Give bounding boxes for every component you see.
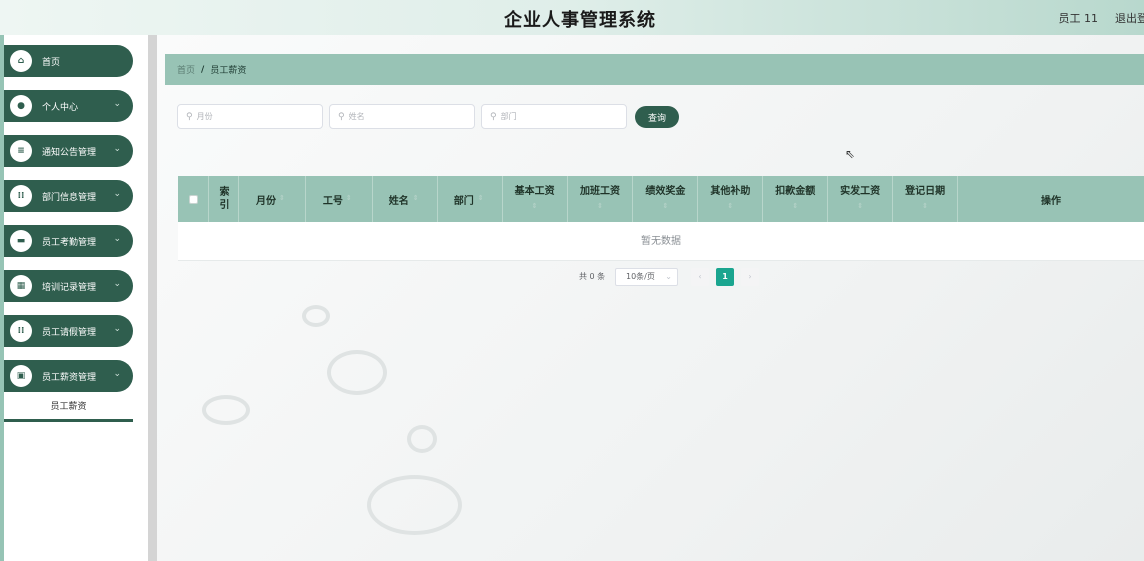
decorative-drop — [202, 395, 250, 425]
table-header: 索引 月份 ⇕ 工号 ⇕ 姓名 ⇕ 部门 ⇕ 基本工资 ⇕ 加班工资 ⇕ 绩效奖… — [178, 176, 1144, 222]
chevron-down-icon: ⌄ — [113, 324, 121, 334]
user-icon: ● — [10, 95, 32, 117]
month-placeholder: 月份 — [196, 112, 213, 121]
sidebar-item-label: 通知公告管理 — [42, 147, 97, 158]
search-icon: ⚲ — [186, 111, 193, 122]
column-header-actions: 操作 — [1041, 196, 1061, 207]
sort-icon: ⇕ — [597, 202, 603, 210]
chevron-down-icon: ⌄ — [113, 189, 121, 199]
column-header-month[interactable]: 月份 ⇕ — [239, 176, 306, 222]
search-icon: ⚲ — [490, 111, 497, 122]
sidebar-item-notice-management[interactable]: ≡ 通知公告管理 ⌄ — [4, 135, 133, 167]
column-header-other-allowance[interactable]: 其他补助 ⇕ — [698, 176, 764, 222]
sort-icon: ⇕ — [792, 202, 799, 210]
empty-state: 暂无数据 — [178, 222, 1144, 261]
column-header-index[interactable]: 索引 — [209, 176, 239, 222]
next-page-button[interactable]: › — [741, 268, 759, 286]
page-1-button[interactable]: 1 — [716, 268, 734, 286]
apps-icon: ⁞⁞ — [10, 320, 32, 342]
top-header: 企业人事管理系统 员工 11 退出登 — [0, 0, 1144, 35]
query-button[interactable]: 查询 — [635, 106, 679, 128]
select-all-column — [178, 176, 209, 222]
chevron-down-icon: ⌄ — [113, 369, 121, 379]
main-content: 首页 / 员工薪资 ⚲ 月份 ⚲ 姓名 ⚲ 部门 查询 ⇖ 索引 月份 ⇕ 工号… — [157, 35, 1144, 561]
sort-icon: ⇕ — [477, 194, 484, 202]
current-user: 员工 11 — [1058, 12, 1099, 25]
department-search-input[interactable]: ⚲ 部门 — [481, 104, 627, 129]
app-title: 企业人事管理系统 — [504, 10, 656, 31]
chevron-down-icon: ⌄ — [113, 99, 121, 109]
briefcase-icon: ▣ — [10, 365, 32, 387]
sidebar-scrollbar[interactable] — [148, 35, 157, 561]
breadcrumb: 首页 / 员工薪资 — [165, 54, 1144, 85]
sidebar-item-leave-management[interactable]: ⁞⁞ 员工请假管理 ⌄ — [4, 315, 133, 347]
table-icon: ▦ — [10, 275, 32, 297]
mouse-cursor-icon: ⇖ — [845, 147, 856, 161]
list-icon: ≡ — [10, 140, 32, 162]
logout-link[interactable]: 退出登 — [1115, 10, 1144, 26]
column-header-name[interactable]: 姓名 ⇕ — [373, 176, 438, 222]
name-search-input[interactable]: ⚲ 姓名 — [329, 104, 475, 129]
sort-icon: ⇕ — [857, 202, 864, 210]
column-header-base-salary[interactable]: 基本工资 ⇕ — [503, 176, 568, 222]
home-icon: ⌂ — [10, 50, 32, 72]
decorative-drop — [327, 350, 387, 395]
sidebar-item-label: 培训记录管理 — [42, 282, 97, 293]
select-all-checkbox[interactable] — [189, 195, 198, 204]
sort-icon: ⇕ — [922, 202, 929, 210]
breadcrumb-home[interactable]: 首页 — [177, 63, 195, 76]
column-header-employee-id[interactable]: 工号 ⇕ — [306, 176, 373, 222]
sidebar-item-label: 首页 — [42, 57, 61, 68]
sidebar-item-home[interactable]: ⌂ 首页 — [4, 45, 133, 77]
breadcrumb-current: 员工薪资 — [210, 66, 247, 76]
sidebar-item-personal-center[interactable]: ● 个人中心 ⌄ — [4, 90, 133, 122]
sidebar-item-label: 员工薪资管理 — [42, 372, 97, 383]
sidebar-item-training-management[interactable]: ▦ 培训记录管理 ⌄ — [4, 270, 133, 302]
name-placeholder: 姓名 — [348, 112, 365, 121]
decorative-drop — [407, 425, 437, 453]
column-header-overtime-pay[interactable]: 加班工资 ⇕ — [568, 176, 634, 222]
column-header-deduction[interactable]: 扣款金额 ⇕ — [763, 176, 829, 222]
month-search-input[interactable]: ⚲ 月份 — [177, 104, 323, 129]
chevron-down-icon: ⌄ — [113, 144, 121, 154]
sidebar-item-attendance-management[interactable]: ▬ 员工考勤管理 ⌄ — [4, 225, 133, 257]
sort-icon: ⇕ — [531, 202, 538, 210]
prev-page-button[interactable]: ‹ — [691, 268, 709, 286]
column-header-department[interactable]: 部门 ⇕ — [438, 176, 503, 222]
chevron-down-icon: ⌄ — [665, 272, 672, 281]
sort-icon: ⇕ — [662, 202, 669, 210]
search-icon: ⚲ — [338, 111, 345, 122]
sort-icon: ⇕ — [345, 194, 352, 202]
breadcrumb-separator: / — [201, 64, 205, 75]
sidebar-item-department-management[interactable]: ⁞⁞ 部门信息管理 ⌄ — [4, 180, 133, 212]
sidebar-item-label: 部门信息管理 — [42, 192, 97, 203]
sort-icon: ⇕ — [279, 194, 285, 202]
chevron-down-icon: ⌄ — [113, 234, 121, 244]
sidebar-item-label: 员工考勤管理 — [42, 237, 97, 248]
column-header-register-date[interactable]: 登记日期 ⇕ — [893, 176, 959, 222]
sort-icon: ⇕ — [412, 194, 419, 202]
chevron-down-icon: ⌄ — [113, 279, 121, 289]
decorative-drop — [302, 305, 330, 327]
column-header-performance-bonus[interactable]: 绩效奖金 ⇕ — [633, 176, 699, 222]
column-header-net-salary[interactable]: 实发工资 ⇕ — [828, 176, 894, 222]
sidebar-item-salary-management[interactable]: ▣ 员工薪资管理 ⌄ — [4, 360, 133, 392]
sort-icon: ⇕ — [727, 202, 734, 210]
decorative-drop — [367, 475, 462, 535]
ticket-icon: ▬ — [10, 230, 32, 252]
department-placeholder: 部门 — [500, 112, 517, 121]
pagination-total: 共 0 条 — [579, 272, 606, 281]
sidebar-item-label: 个人中心 — [42, 102, 79, 113]
submenu-item-employee-salary[interactable]: 员工薪资 — [4, 396, 133, 422]
page-size-value: 10条/页 — [626, 272, 655, 281]
sidebar: ⌂ 首页 ● 个人中心 ⌄ ≡ 通知公告管理 ⌄ ⁞⁞ 部门信息管理 ⌄ ▬ 员… — [0, 35, 148, 561]
grid-icon: ⁞⁞ — [10, 185, 32, 207]
sidebar-item-label: 员工请假管理 — [42, 327, 97, 338]
page-size-select[interactable]: 10条/页 ⌄ — [615, 268, 678, 286]
